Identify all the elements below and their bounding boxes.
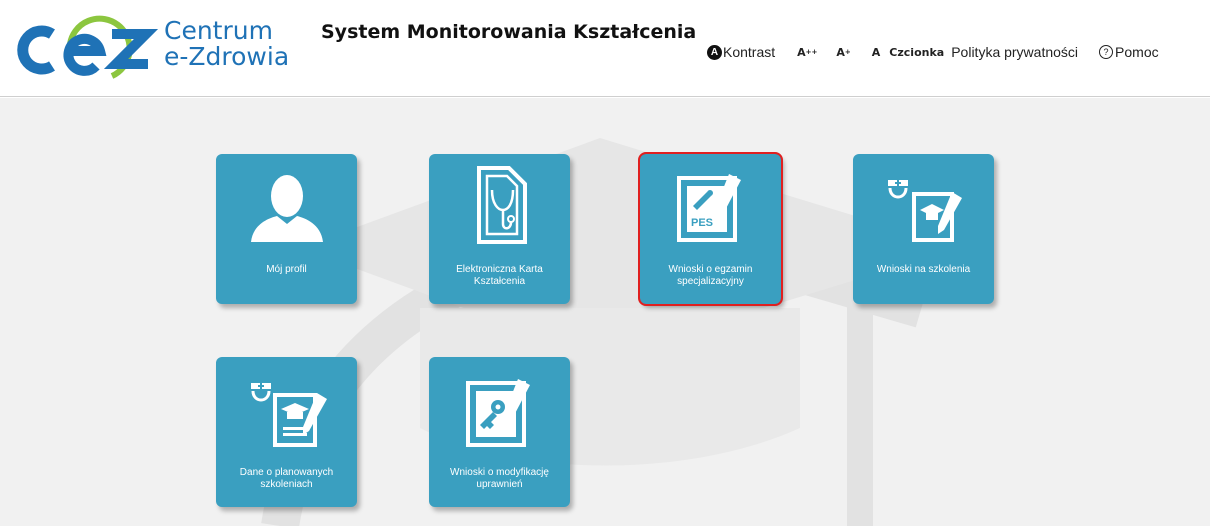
logo-text: Centrum e-Zdrowia: [164, 18, 289, 69]
font-large-letter: A: [797, 45, 806, 59]
tile-wnioski-egzamin[interactable]: PES Wnioski o egzamin specjalizacyjny: [638, 152, 783, 306]
nurse-training-icon: [887, 180, 962, 242]
main-area: Mój profil Elektroniczna Karta Kształcen…: [0, 98, 1210, 526]
cez-logo-mark: [17, 15, 159, 79]
tile-elektroniczna-karta[interactable]: Elektroniczna Karta Kształcenia: [429, 154, 570, 304]
pes-text: PES: [691, 217, 713, 229]
system-title: System Monitorowania Kształcenia: [321, 21, 697, 43]
tile-label: Wnioski o modyfikację uprawnień: [450, 467, 549, 490]
planned-training-icon: [250, 383, 327, 447]
tile-modyfikacja-uprawnien[interactable]: Wnioski o modyfikację uprawnień: [429, 357, 570, 507]
education-card-icon: [476, 166, 527, 244]
tile-label: Wnioski o egzamin specjalizacyjny: [668, 264, 753, 287]
tile-label: Elektroniczna Karta Kształcenia: [456, 264, 543, 287]
contrast-icon: A: [707, 44, 722, 60]
font-large-sup: ++: [805, 48, 818, 56]
font-size-larger-button[interactable]: A +: [836, 46, 850, 59]
font-normal-letter: A: [871, 45, 881, 59]
font-medium-letter: A: [836, 45, 845, 59]
tile-dane-planowanych[interactable]: Dane o planowanych szkoleniach: [216, 357, 357, 507]
user-profile-icon: [250, 175, 323, 242]
kontrast-button[interactable]: A Kontrast: [707, 44, 775, 60]
tile-label: Mój profil: [266, 264, 307, 275]
font-size-normal-button[interactable]: A: [872, 46, 881, 59]
tile-moj-profil[interactable]: Mój profil: [216, 154, 357, 304]
help-label: Pomoc: [1115, 44, 1159, 60]
tile-wnioski-szkolenia[interactable]: Wnioski na szkolenia: [853, 154, 994, 304]
kontrast-label: Kontrast: [723, 44, 776, 60]
logo-line-centrum: Centrum: [164, 16, 273, 45]
tile-label: Wnioski na szkolenia: [876, 264, 971, 275]
help-button[interactable]: ? Pomoc: [1099, 44, 1159, 60]
pes-exam-icon: PES: [676, 174, 741, 242]
key-permissions-icon: [465, 379, 530, 447]
font-size-largest-button[interactable]: A ++: [797, 46, 817, 59]
privacy-policy-link[interactable]: Polityka prywatności: [951, 44, 1078, 60]
accessibility-toolbar: A Kontrast A ++ A + A Czcionka Polityka pr…: [707, 42, 1159, 62]
graduation-cap-watermark: [261, 138, 960, 526]
help-icon: ?: [1099, 45, 1114, 59]
czcionka-label: Czcionka: [889, 45, 945, 59]
logo-line-ezdrowia: e-Zdrowia: [164, 42, 290, 71]
header: Centrum e-Zdrowia System Monitorowania K…: [0, 0, 1210, 97]
tile-label: Dane o planowanych szkoleniach: [239, 467, 334, 490]
cez-logo[interactable]: Centrum e-Zdrowia: [12, 6, 297, 88]
font-medium-sup: +: [844, 48, 851, 56]
